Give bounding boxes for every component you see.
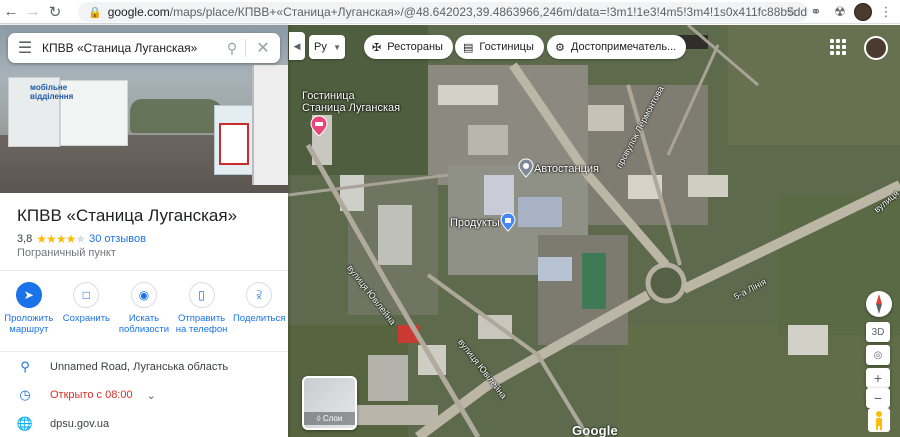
rating-stars: ★★★★★ xyxy=(36,232,86,246)
back-icon[interactable]: ← xyxy=(0,1,22,23)
close-icon[interactable]: ✕ xyxy=(246,38,280,58)
hours-row[interactable]: ◷ Открыто с 08:00 ⌄ xyxy=(0,382,288,408)
search-icon[interactable]: ⚲ xyxy=(219,40,245,57)
place-title: КПВВ «Станица Луганская» xyxy=(17,206,238,225)
address-bar[interactable]: 🔒 google.com/maps/place/КПВВ+«Станица+Лу… xyxy=(78,2,808,22)
bus-station-label[interactable]: Автостанция xyxy=(534,163,599,175)
rating-value: 3,8 xyxy=(17,233,33,245)
chip-restaurants[interactable]: ✠ Рестораны xyxy=(364,35,453,59)
rating-row: 3,8 ★★★★★ 30 отзывов xyxy=(17,232,146,246)
share-icon: ⫂ xyxy=(246,282,273,308)
save-label: Сохранить xyxy=(62,313,110,324)
chip-attractions[interactable]: ⚙ Достопримечатель... xyxy=(547,35,687,59)
satellite-map[interactable]: Гостиница Станица Луганская Автостанция … xyxy=(288,25,900,437)
address-text: Unnamed Road, Луганська область xyxy=(50,361,229,373)
extensions-icon[interactable]: ☢ xyxy=(830,2,850,22)
globe-icon[interactable]: ⚭ xyxy=(806,2,826,22)
photo-sign-text: мобільне відділення xyxy=(30,83,74,101)
nearby-icon: ◉ xyxy=(130,282,157,308)
action-buttons: ➤ Проложить маршрут □ Сохранить ◉ Искать… xyxy=(0,282,288,335)
caret-down-icon: ▼ xyxy=(333,42,341,52)
language-select-value: Ру xyxy=(314,41,327,53)
send-to-phone-label: Отправить на телефон xyxy=(175,313,228,335)
collapse-panel-button[interactable]: ◀ xyxy=(289,32,305,60)
hotel-pin-icon[interactable] xyxy=(310,115,328,137)
chip-restaurants-label: Рестораны xyxy=(387,41,443,53)
products-label[interactable]: Продукты xyxy=(450,217,500,229)
lock-icon: 🔒 xyxy=(88,6,102,19)
landmark-icon: ⚙ xyxy=(555,41,565,54)
reload-icon[interactable]: ↻ xyxy=(44,1,66,23)
google-logo: Google xyxy=(572,423,618,437)
language-select[interactable]: Ру ▼ xyxy=(309,35,345,59)
location-pin-icon: ⚲ xyxy=(20,359,30,374)
shop-pin-icon[interactable] xyxy=(500,212,516,232)
nearby-label: Искать поблизости xyxy=(118,313,170,335)
zoom-out-button[interactable]: − xyxy=(866,388,890,408)
hamburger-menu-icon[interactable]: ☰ xyxy=(8,38,42,58)
compass-icon[interactable] xyxy=(866,291,892,317)
chevron-down-icon[interactable]: ⌄ xyxy=(147,389,156,402)
url-path: /maps/place/КПВВ+«Станица+Луганская»/@48… xyxy=(169,5,808,19)
bookmark-icon: □ xyxy=(73,282,100,308)
hours-text: Открыто с 08:00 xyxy=(50,389,133,401)
bus-station-pin-icon[interactable] xyxy=(518,158,534,178)
address-row[interactable]: ⚲ Unnamed Road, Луганська область xyxy=(0,354,288,380)
clock-icon: ◷ xyxy=(19,387,31,402)
apps-grid-icon[interactable] xyxy=(830,39,846,55)
place-panel: мобільне відділення ☰ КПВВ «Станица Луга… xyxy=(0,25,288,437)
share-label: Поделиться xyxy=(232,313,286,324)
tilt-3d-label: 3D xyxy=(871,326,885,338)
profile-avatar[interactable] xyxy=(854,3,872,21)
star-bookmark-icon[interactable]: ☆ xyxy=(782,2,802,22)
chip-hotels[interactable]: ▤ Гостиницы xyxy=(455,35,544,59)
hotel-label[interactable]: Гостиница Станица Луганская xyxy=(302,90,400,114)
website-text: dpsu.gov.ua xyxy=(50,418,110,430)
pegman-icon[interactable] xyxy=(868,408,890,432)
tilt-3d-button[interactable]: 3D xyxy=(866,322,890,342)
satellite-imagery xyxy=(288,25,900,437)
save-button[interactable]: □ Сохранить xyxy=(58,282,116,335)
url-host: google.com xyxy=(107,5,170,19)
nearby-button[interactable]: ◉ Искать поблизости xyxy=(115,282,173,335)
directions-label: Проложить маршрут xyxy=(4,313,54,335)
browser-toolbar: ← → ↻ 🔒 google.com/maps/place/КПВВ+«Стан… xyxy=(0,0,900,24)
layers-button[interactable]: ◊ Слои xyxy=(302,376,357,430)
directions-icon: ➤ xyxy=(15,282,42,308)
bed-icon: ▤ xyxy=(463,41,474,54)
directions-button[interactable]: ➤ Проложить маршрут xyxy=(0,282,58,335)
phone-icon: ▯ xyxy=(188,282,215,308)
restaurant-icon: ✠ xyxy=(372,41,382,54)
layers-label: Слои xyxy=(322,414,343,423)
more-vert-icon[interactable]: ⋮ xyxy=(876,2,896,22)
account-avatar[interactable] xyxy=(864,36,888,60)
my-location-icon: ◎ xyxy=(873,349,883,361)
send-to-phone-button[interactable]: ▯ Отправить на телефон xyxy=(173,282,231,335)
my-location-button[interactable]: ◎ xyxy=(866,345,890,365)
place-category[interactable]: Пограничный пункт xyxy=(17,247,116,259)
chip-hotels-label: Гостиницы xyxy=(479,41,534,53)
share-button[interactable]: ⫂ Поделиться xyxy=(230,282,288,335)
globe-icon: 🌐 xyxy=(16,416,34,431)
search-box[interactable]: ☰ КПВВ «Станица Луганская» ⚲ ✕ xyxy=(8,33,280,63)
plus-icon: + xyxy=(873,370,883,386)
reviews-link[interactable]: 30 отзывов xyxy=(89,233,146,245)
forward-icon[interactable]: → xyxy=(22,1,44,23)
website-row[interactable]: 🌐 dpsu.gov.ua xyxy=(0,411,288,437)
search-input[interactable]: КПВВ «Станица Луганская» xyxy=(42,41,219,55)
zoom-in-button[interactable]: + xyxy=(866,368,890,388)
minus-icon: − xyxy=(873,390,883,406)
chip-attractions-label: Достопримечатель... xyxy=(570,41,677,53)
